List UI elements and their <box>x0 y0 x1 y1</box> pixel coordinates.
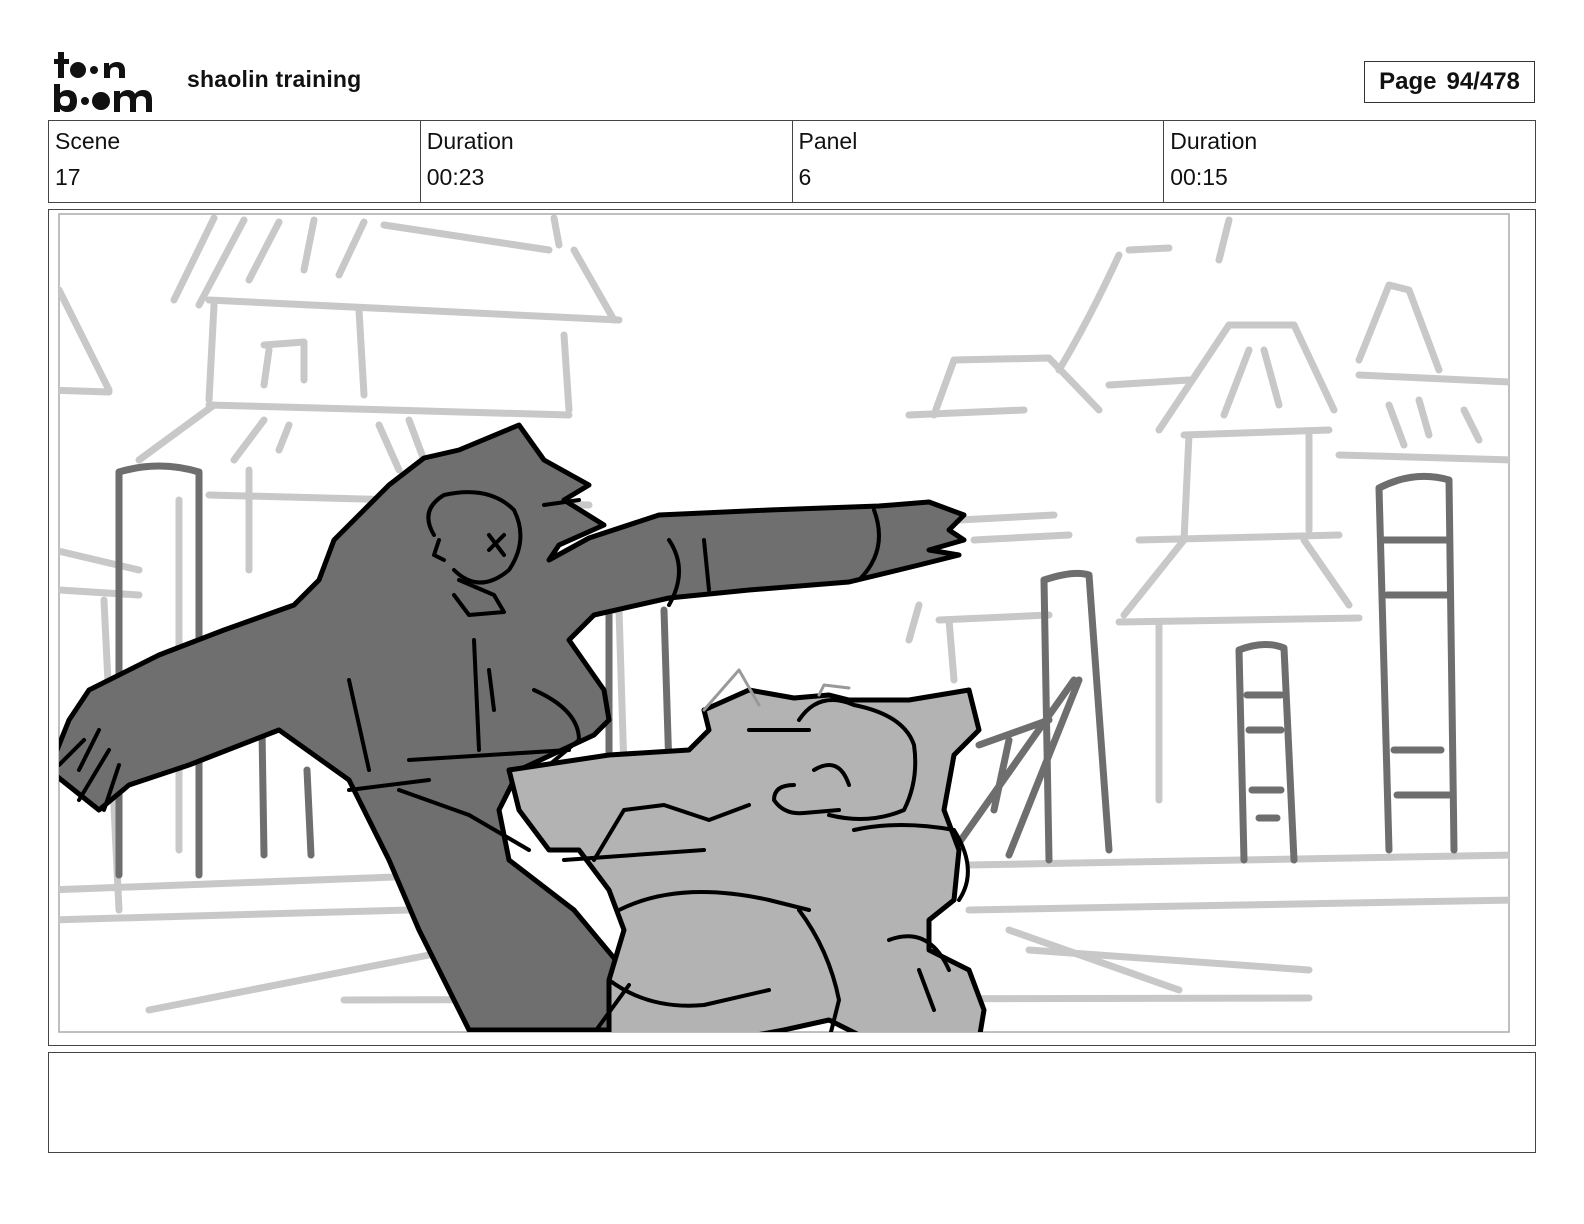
panel-info-table: Scene 17 Duration 00:23 Panel 6 Duration… <box>48 120 1536 203</box>
toonboom-logo <box>54 52 152 112</box>
panel-duration-label: Duration <box>1170 128 1258 154</box>
scene-label: Scene <box>55 128 121 154</box>
scene-value: 17 <box>55 164 81 190</box>
scene-duration-cell: Duration 00:23 <box>421 121 793 202</box>
panel-label: Panel <box>798 128 858 154</box>
panel-cell: Panel 6 <box>793 121 1165 202</box>
page-value: 94/478 <box>1446 68 1520 95</box>
panel-value: 6 <box>798 164 812 190</box>
storyboard-panel-image <box>48 209 1536 1046</box>
project-title: shaolin training <box>187 66 362 92</box>
page-label: Page <box>1379 68 1437 95</box>
panel-duration-cell: Duration 00:15 <box>1164 121 1535 202</box>
panel-duration-value: 00:15 <box>1170 164 1228 190</box>
scene-cell: Scene 17 <box>49 121 421 202</box>
storyboard-sketch <box>58 213 1510 1033</box>
scene-duration-label: Duration <box>426 128 514 154</box>
scene-duration-value: 00:23 <box>426 164 485 190</box>
panel-notes-box <box>48 1052 1536 1153</box>
page-indicator: Page 94/478 <box>1364 61 1535 103</box>
